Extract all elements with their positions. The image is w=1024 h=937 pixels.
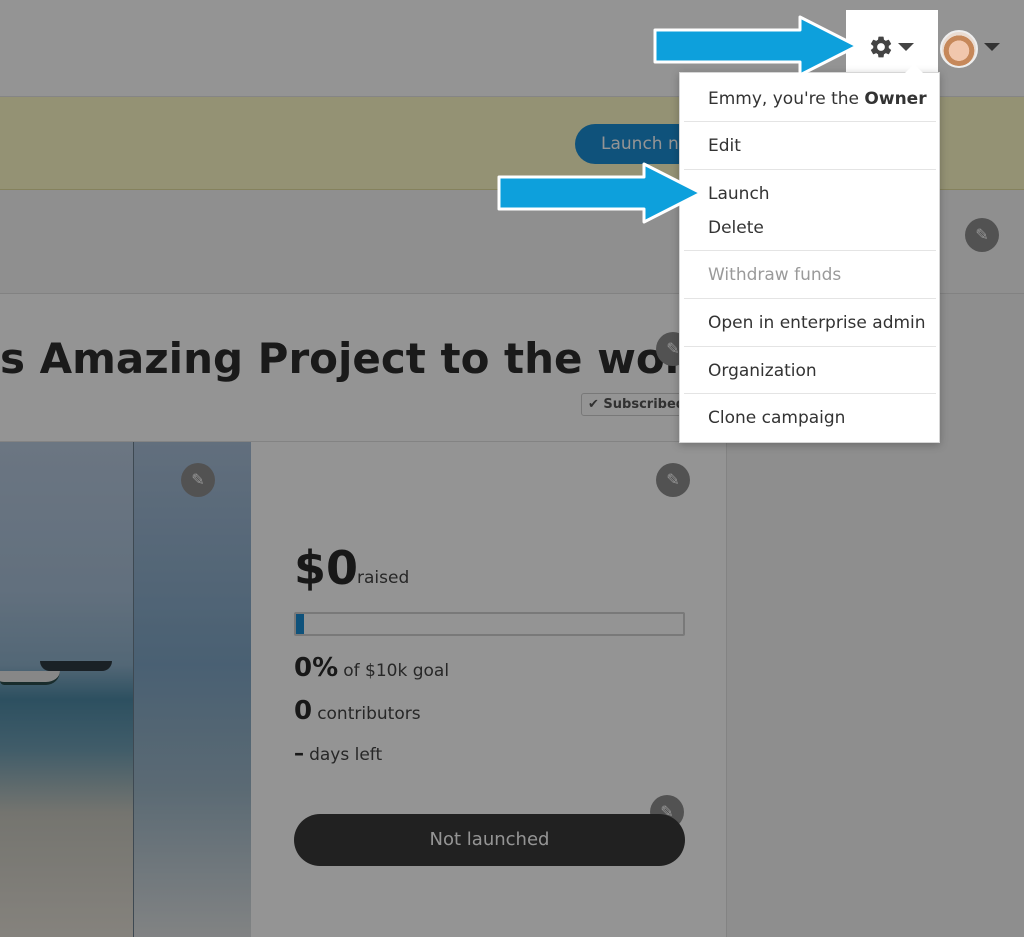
menu-item-organization[interactable]: Organization [680,361,939,381]
menu-divider [684,250,936,251]
menu-item-edit[interactable]: Edit [680,136,939,156]
menu-divider [684,121,936,122]
menu-divider [684,298,936,299]
owner-info: Emmy, you're the Owner [708,89,927,109]
menu-item-delete[interactable]: Delete [680,218,939,238]
menu-item-withdraw-funds: Withdraw funds [708,265,842,285]
arrow-icon [497,162,703,224]
menu-item-enterprise-admin[interactable]: Open in enterprise admin [680,313,939,333]
menu-item-clone-campaign[interactable]: Clone campaign [680,408,939,428]
gear-icon[interactable] [868,34,894,60]
arrow-icon [653,15,859,77]
chevron-down-icon[interactable] [984,43,1000,51]
menu-divider [684,169,936,170]
menu-divider [684,393,936,394]
avatar[interactable] [940,30,978,68]
settings-dropdown-menu: Emmy, you're the Owner Edit Launch Delet… [679,64,940,443]
menu-item-launch[interactable]: Launch [680,184,939,204]
menu-divider [684,346,936,347]
chevron-down-icon[interactable] [898,43,914,51]
